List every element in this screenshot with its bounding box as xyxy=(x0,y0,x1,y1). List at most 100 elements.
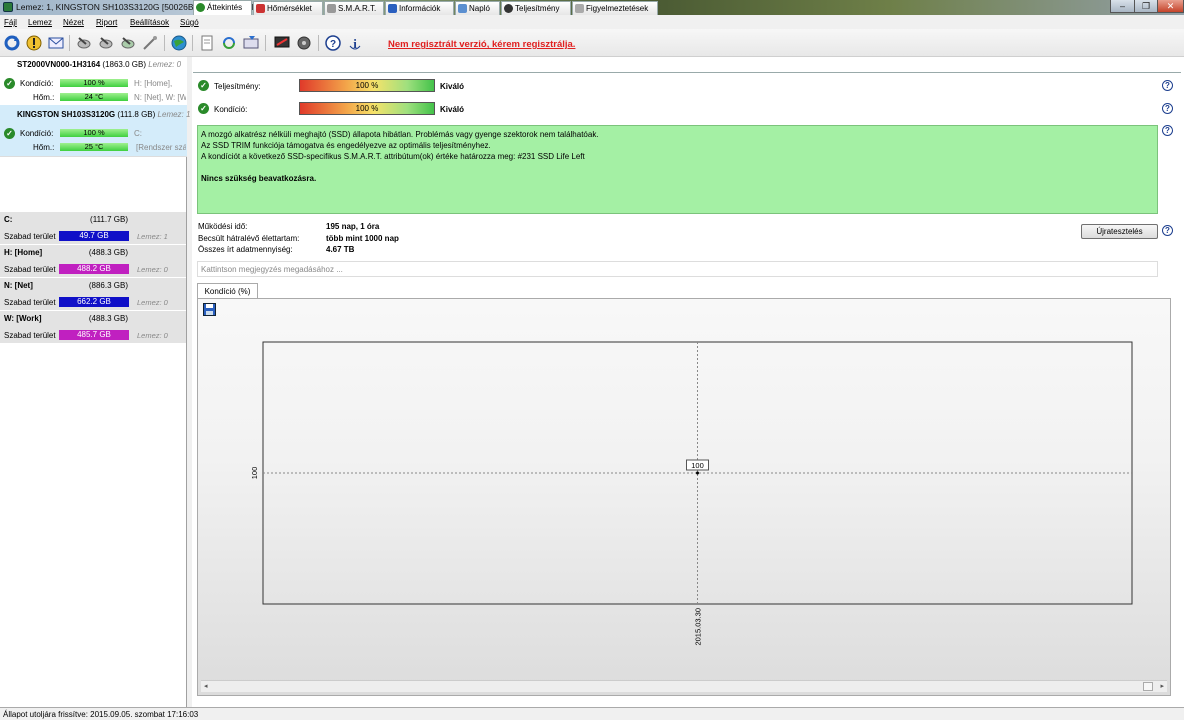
volume-disk: Lemez: 0 xyxy=(137,331,168,340)
globe-icon[interactable] xyxy=(169,33,188,52)
close-button[interactable]: ✕ xyxy=(1157,0,1184,13)
send-report-icon[interactable] xyxy=(241,33,260,52)
condition-label: Kondíció: xyxy=(20,79,54,88)
y-tick-label: 100 xyxy=(250,467,259,480)
volume-w[interactable]: W: [Work] (488.3 GB) Szabad terület 485.… xyxy=(0,311,186,344)
monitor-icon[interactable] xyxy=(272,33,291,52)
menu-disk[interactable]: Lemez xyxy=(28,18,52,27)
temp-bar: 24 °C xyxy=(60,93,128,101)
menu-view[interactable]: Nézet xyxy=(63,18,84,27)
surface-test-icon[interactable] xyxy=(96,33,115,52)
help-icon[interactable]: ? xyxy=(323,33,342,52)
disk-test-icon[interactable] xyxy=(74,33,93,52)
status-ok-icon: ✓ xyxy=(4,128,15,139)
unregistered-link[interactable]: Nem regisztrált verzió, kérem regisztrál… xyxy=(388,39,575,50)
speaker-icon[interactable] xyxy=(294,33,313,52)
status-bar: Állapot utoljára frissítve: 2015.09.05. … xyxy=(0,707,1184,720)
performance-rating: Kiváló xyxy=(440,82,465,91)
condition-label: Kondíció: xyxy=(20,129,54,138)
svg-text:?: ? xyxy=(329,39,335,50)
volume-disk: Lemez: 0 xyxy=(137,298,168,307)
drive-letters: H: [Home], xyxy=(134,79,173,88)
written-value: 4.67 TB xyxy=(326,245,355,254)
tab-overview[interactable]: Áttekintés xyxy=(193,0,252,15)
volume-size: (886.3 GB) xyxy=(88,281,128,290)
disk-item-st2000[interactable]: ST2000VN000-1H3164 (1863.0 GB) Lemez: 0 … xyxy=(0,57,187,109)
tab-condition-chart[interactable]: Kondíció (%) xyxy=(197,283,258,299)
menu-report[interactable]: Riport xyxy=(96,18,117,27)
data-label: 100 xyxy=(691,461,704,470)
info-icon[interactable]: i xyxy=(345,33,364,52)
chart-panel: 2015.03.30 100 100 ◂ ▸ xyxy=(197,298,1171,696)
volume-n[interactable]: N: [Net] (886.3 GB) Szabad terület 662.2… xyxy=(0,278,186,311)
data-point xyxy=(696,471,699,475)
volume-size: (111.7 GB) xyxy=(90,215,128,224)
menu-settings[interactable]: Beállítások xyxy=(130,18,169,27)
disk-repair-icon[interactable] xyxy=(118,33,137,52)
temp-bar: 25 °C xyxy=(60,143,128,151)
info-line: Az SSD TRIM funkciója támogatva és enged… xyxy=(201,141,491,150)
status-description-box: A mozgó alkatrész nélküli meghajtó (SSD)… xyxy=(197,125,1158,214)
volume-name: H: [Home] xyxy=(4,248,43,257)
drive-letters-2: N: [Net], W: [Work] xyxy=(134,93,186,102)
condition-rating: Kiváló xyxy=(440,105,465,114)
free-space-label: Szabad terület xyxy=(4,331,56,340)
disk-list-panel: ST2000VN000-1H3164 (1863.0 GB) Lemez: 0 … xyxy=(0,57,191,707)
horizontal-scrollbar[interactable]: ◂ ▸ xyxy=(201,680,1167,692)
minimize-button[interactable]: – xyxy=(1110,0,1135,13)
report-icon[interactable] xyxy=(197,33,216,52)
temp-label: Hőm.: xyxy=(33,143,55,152)
menu-help[interactable]: Súgó xyxy=(180,18,199,27)
drive-letters-2: [Rendszer számára fenntartott] xyxy=(136,143,186,152)
condition-ok-icon: ✓ xyxy=(198,103,209,114)
condition-chart: 2015.03.30 100 100 xyxy=(250,341,1133,646)
lifetime-label: Becsült hátralévő élettartam: xyxy=(198,234,300,243)
retest-button[interactable]: Újratesztelés xyxy=(1081,224,1158,239)
toolbar: ? i Nem regisztrált verzió, kérem regisz… xyxy=(0,29,1184,57)
info-action: Nincs szükség beavatkozásra. xyxy=(201,174,317,183)
info-line: A mozgó alkatrész nélküli meghajtó (SSD)… xyxy=(201,130,599,139)
volume-size: (488.3 GB) xyxy=(88,314,128,323)
condition-label: Kondíció: xyxy=(214,105,248,114)
performance-ok-icon: ✓ xyxy=(198,80,209,91)
uptime-value: 195 nap, 1 óra xyxy=(326,222,380,231)
volume-size: (488.3 GB) xyxy=(88,248,128,257)
refresh-icon[interactable] xyxy=(2,33,21,52)
alert-icon[interactable] xyxy=(24,33,43,52)
free-space-label: Szabad terület xyxy=(4,298,56,307)
condition-meter: 100 % xyxy=(299,102,435,115)
tab-log[interactable]: Napló xyxy=(455,1,500,15)
info-line: A kondíciót a következő SSD-specifikus S… xyxy=(201,152,585,161)
help-icon[interactable]: ? xyxy=(1162,80,1173,91)
disk-name: KINGSTON SH103S3120G (111.8 GB) Lemez: 1 xyxy=(17,110,191,119)
tab-performance[interactable]: Teljesítmény xyxy=(501,1,571,15)
app-icon xyxy=(3,2,13,12)
tab-smart[interactable]: S.M.A.R.T. xyxy=(324,1,384,15)
volume-name: C: xyxy=(4,215,13,224)
disk-item-kingston[interactable]: KINGSTON SH103S3120G (111.8 GB) Lemez: 1… xyxy=(0,105,191,157)
volume-name: N: [Net] xyxy=(4,281,33,290)
lifetime-value: több mint 1000 nap xyxy=(326,234,399,243)
help-icon[interactable]: ? xyxy=(1162,125,1173,136)
disk-name: ST2000VN000-1H3164 (1863.0 GB) Lemez: 0 xyxy=(17,60,182,69)
menu-file[interactable]: Fájl xyxy=(4,18,17,27)
help-icon[interactable]: ? xyxy=(1162,225,1173,236)
maximize-button[interactable]: ❐ xyxy=(1134,0,1158,13)
tab-temperature[interactable]: Hőmérséklet xyxy=(253,1,323,15)
volume-disk: Lemez: 0 xyxy=(137,265,168,274)
mail-icon[interactable] xyxy=(46,33,65,52)
help-icon[interactable]: ? xyxy=(1162,103,1173,114)
tab-warnings[interactable]: Figyelmeztetések xyxy=(572,1,658,15)
performance-label: Teljesítmény: xyxy=(214,82,261,91)
free-space-bar: 485.7 GB xyxy=(59,330,129,340)
sync-icon[interactable] xyxy=(219,33,238,52)
tab-information[interactable]: Információk xyxy=(385,1,454,15)
free-space-bar: 49.7 GB xyxy=(59,231,129,241)
volume-h[interactable]: H: [Home] (488.3 GB) Szabad terület 488.… xyxy=(0,245,186,278)
volume-c[interactable]: C: (111.7 GB) Szabad terület 49.7 GB Lem… xyxy=(0,212,186,245)
volume-disk: Lemez: 1 xyxy=(137,232,168,241)
status-ok-icon: ✓ xyxy=(4,78,15,89)
disk-tools-icon[interactable] xyxy=(140,33,159,52)
free-space-bar: 488.2 GB xyxy=(59,264,129,274)
note-input[interactable]: Kattintson megjegyzés megadásához ... xyxy=(197,261,1158,277)
